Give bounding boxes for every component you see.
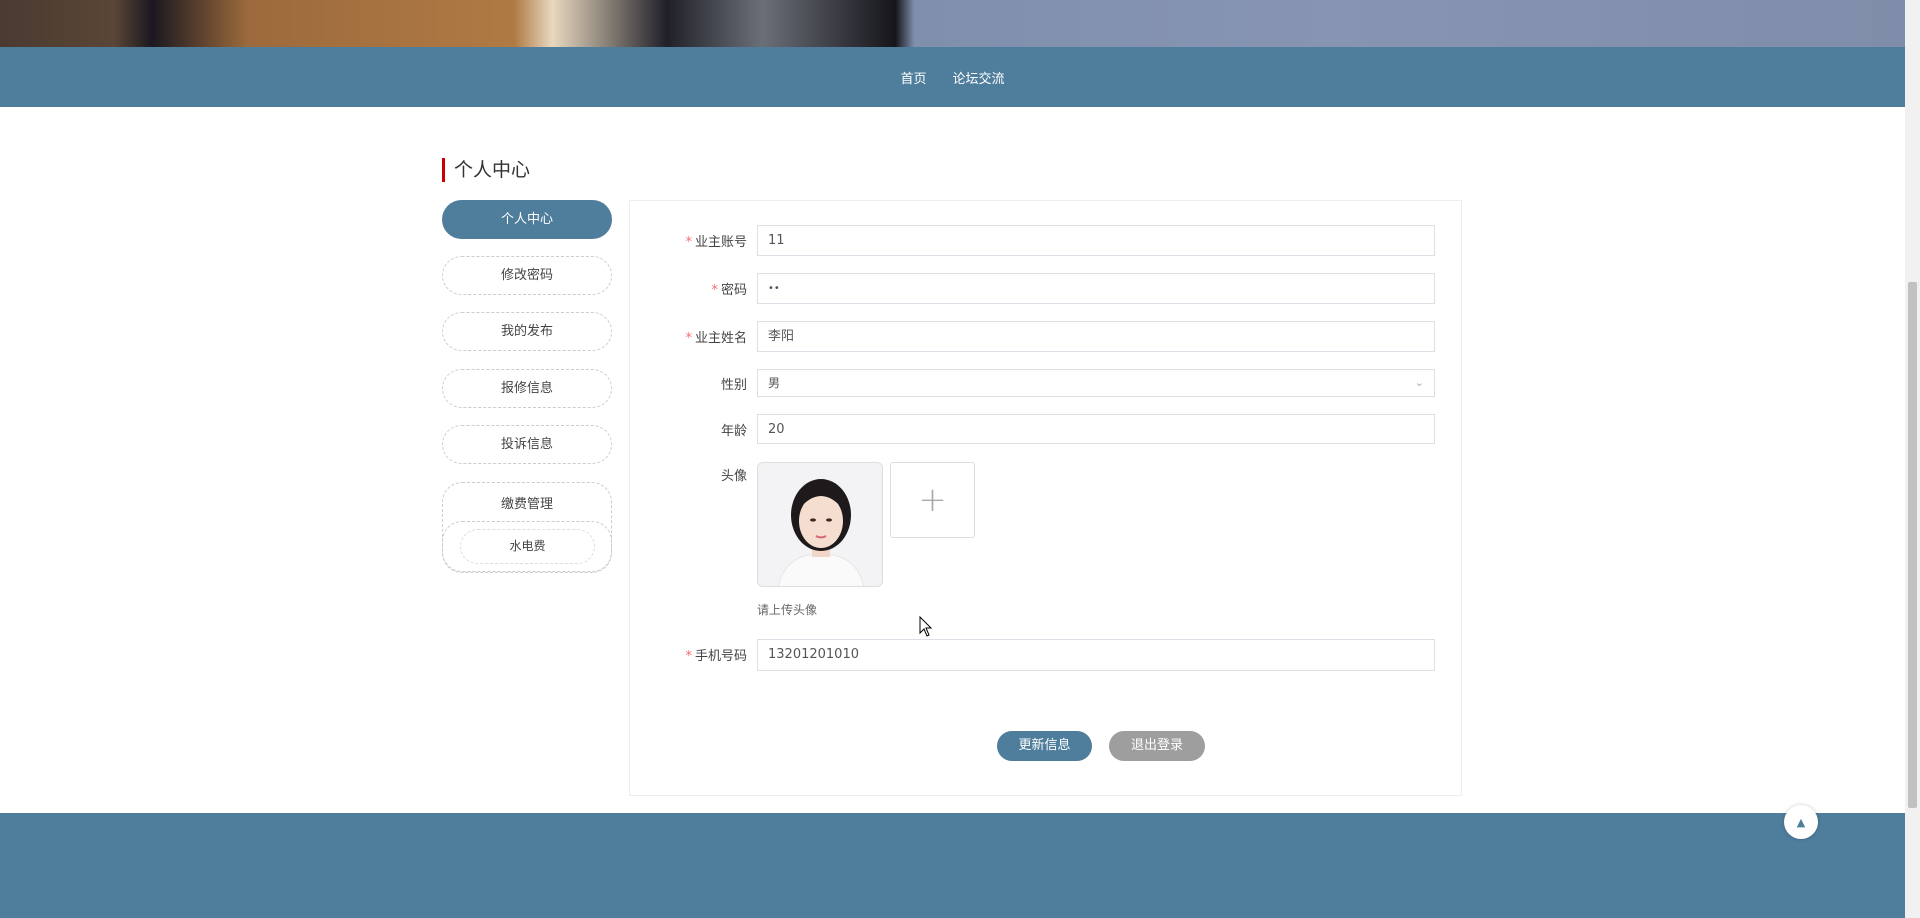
name-label-text: 业主姓名 bbox=[694, 331, 747, 346]
account-label-text: 业主账号 bbox=[694, 235, 747, 250]
upload-avatar-button[interactable]: + bbox=[890, 462, 975, 538]
gender-select[interactable]: 男 ⌄ bbox=[757, 369, 1435, 397]
gender-label: 性别 bbox=[720, 378, 747, 393]
phone-label-text: 手机号码 bbox=[694, 649, 747, 664]
mouse-cursor-icon bbox=[919, 616, 933, 637]
avatar-hint: 请上传头像 bbox=[757, 603, 818, 617]
page-title: 个人中心 bbox=[442, 158, 530, 182]
sidebar-item-complaints[interactable]: 投诉信息 bbox=[442, 425, 612, 464]
sidebar-item-utilities[interactable]: 水电费 bbox=[460, 529, 595, 564]
account-label: * 业主账号 bbox=[685, 235, 747, 250]
name-input[interactable]: 李阳 bbox=[757, 321, 1435, 352]
phone-input[interactable]: 13201201010 bbox=[757, 639, 1435, 671]
name-label: * 业主姓名 bbox=[685, 331, 747, 346]
sidebar-item-change-password[interactable]: 修改密码 bbox=[442, 256, 612, 295]
sidebar-item-profile[interactable]: 个人中心 bbox=[442, 200, 612, 239]
age-input[interactable]: 20 bbox=[757, 414, 1435, 444]
sidebar-subgroup: 水电费 bbox=[442, 521, 612, 573]
gender-value: 男 bbox=[768, 376, 781, 390]
plus-icon: + bbox=[918, 480, 947, 520]
sidebar-group-label[interactable]: 缴费管理 bbox=[443, 493, 611, 512]
footer bbox=[0, 813, 1905, 918]
sidebar-item-my-posts[interactable]: 我的发布 bbox=[442, 312, 612, 351]
password-label: * 密码 bbox=[711, 283, 747, 298]
scrollbar-thumb[interactable] bbox=[1908, 282, 1917, 808]
scrollbar[interactable] bbox=[1905, 0, 1920, 918]
sidebar-item-repairs[interactable]: 报修信息 bbox=[442, 369, 612, 408]
top-nav: 首页 论坛交流 bbox=[0, 47, 1905, 107]
nav-home[interactable]: 首页 bbox=[900, 68, 926, 87]
account-input[interactable]: 11 bbox=[757, 225, 1435, 256]
sidebar-group-payments: 缴费管理 水电费 bbox=[442, 482, 612, 573]
age-label: 年龄 bbox=[720, 424, 747, 439]
logout-button[interactable]: 退出登录 bbox=[1109, 731, 1205, 761]
update-info-button[interactable]: 更新信息 bbox=[997, 731, 1092, 761]
avatar-label: 头像 bbox=[720, 469, 747, 484]
avatar-image[interactable] bbox=[757, 462, 883, 587]
nav-forum[interactable]: 论坛交流 bbox=[953, 68, 1005, 87]
password-label-text: 密码 bbox=[720, 283, 747, 298]
caret-up-icon: ▲ bbox=[1796, 815, 1806, 829]
banner-image bbox=[0, 0, 1905, 47]
phone-label: * 手机号码 bbox=[685, 649, 747, 664]
back-to-top-button[interactable]: ▲ bbox=[1784, 805, 1818, 839]
chevron-down-icon: ⌄ bbox=[1414, 376, 1424, 389]
password-input[interactable]: •• bbox=[757, 273, 1435, 304]
